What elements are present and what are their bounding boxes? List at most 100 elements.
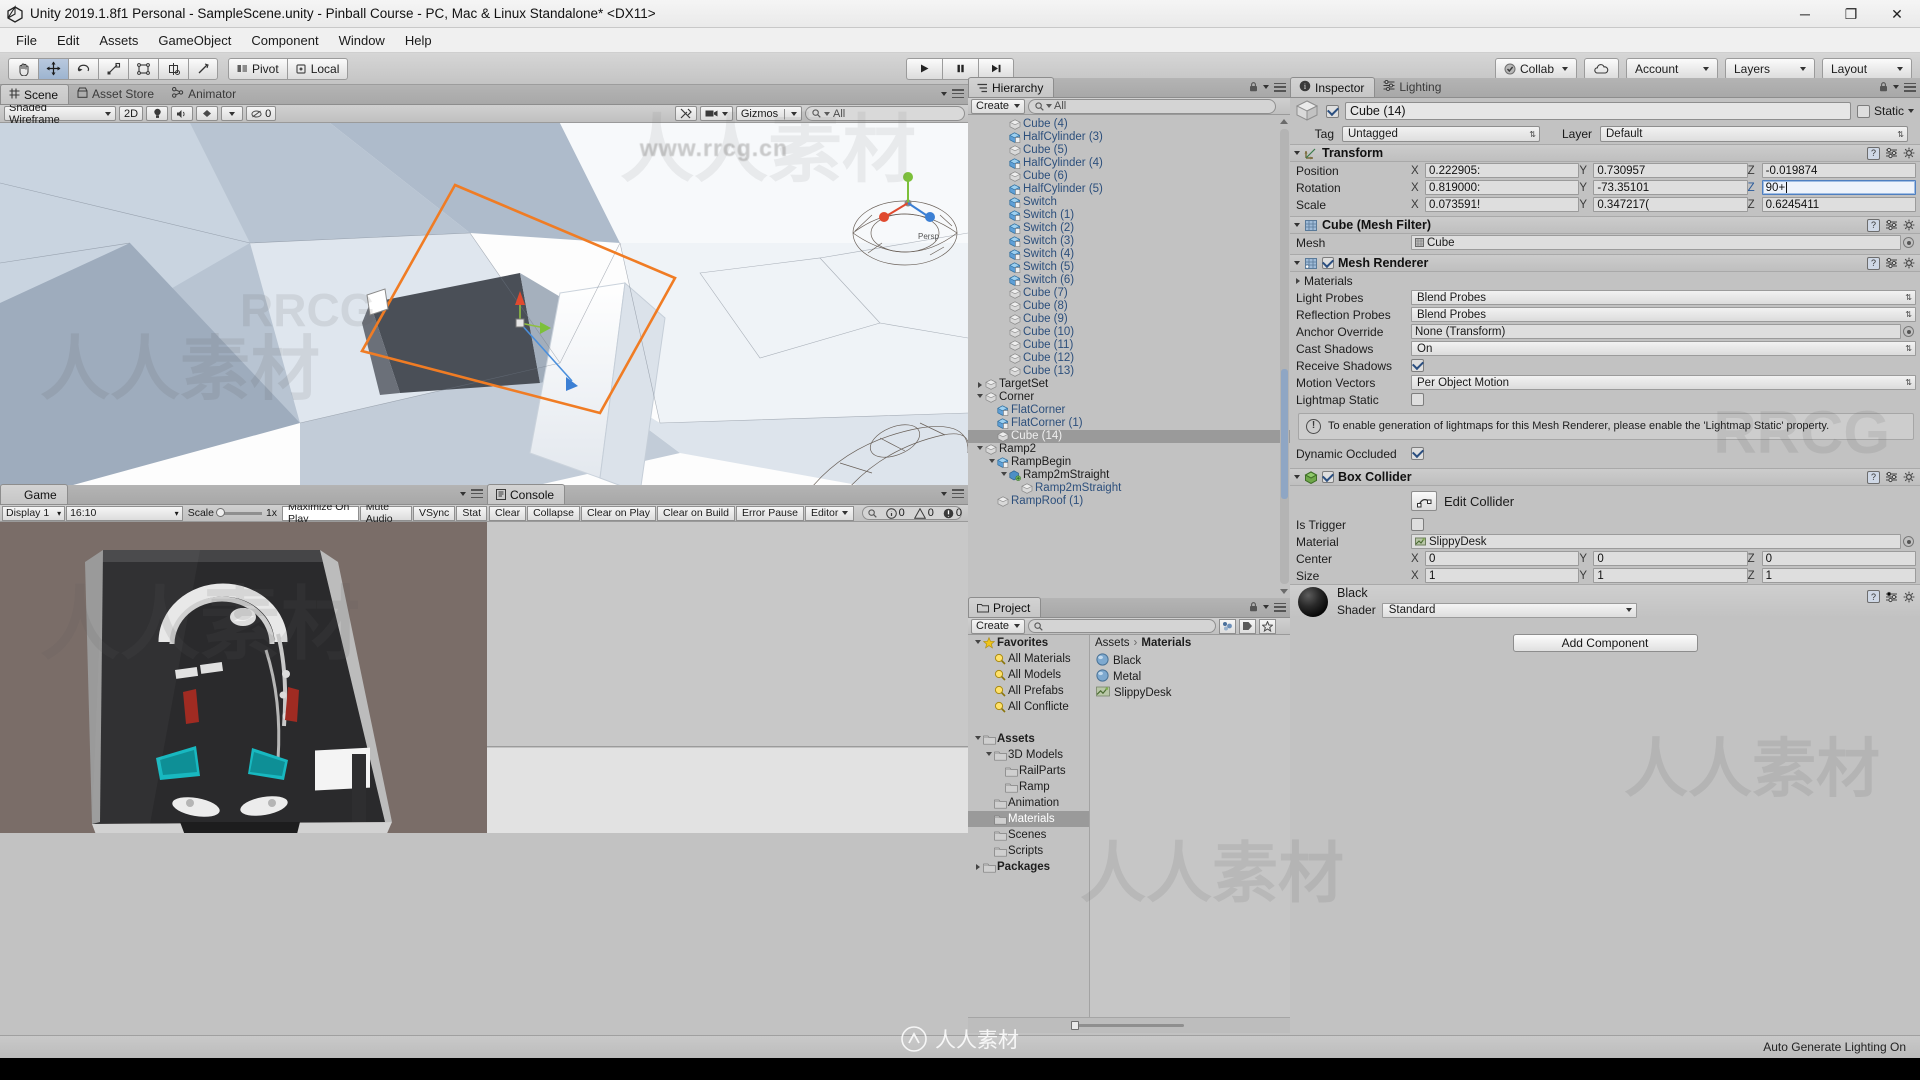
hierarchy-scroll-thumb[interactable] xyxy=(1281,369,1288,499)
hierarchy-item[interactable]: TargetSet xyxy=(968,378,1290,391)
help-icon[interactable]: ? xyxy=(1867,256,1880,270)
display-dropdown[interactable]: Display 1 ▾ xyxy=(2,505,66,521)
expand-arrow[interactable] xyxy=(986,459,997,466)
mesh-object-field[interactable]: Cube xyxy=(1411,235,1901,250)
project-tree-item[interactable]: All Materials xyxy=(968,651,1089,667)
console-panel-menu[interactable] xyxy=(941,489,964,498)
gameobject-name-input[interactable]: Cube (14) xyxy=(1345,102,1851,120)
project-zoom-slider[interactable] xyxy=(1071,1021,1184,1030)
expand-arrow[interactable] xyxy=(972,639,983,647)
collab-button[interactable]: Collab xyxy=(1494,57,1577,80)
menu-item-component[interactable]: Component xyxy=(241,31,328,50)
hierarchy-create-button[interactable]: Create xyxy=(971,98,1026,114)
asset-item[interactable]: Metal xyxy=(1090,669,1290,685)
box-collider-enabled-checkbox[interactable] xyxy=(1322,471,1334,483)
transform-component-header[interactable]: Transform ? xyxy=(1290,144,1920,162)
transform-tool-button[interactable] xyxy=(158,57,188,80)
scene-panel-menu[interactable] xyxy=(941,89,964,98)
layout-button[interactable]: Layout xyxy=(1822,57,1912,80)
tab-hierarchy[interactable]: Hierarchy xyxy=(968,77,1055,97)
project-tree-item[interactable]: Scenes xyxy=(968,827,1089,843)
stats-button[interactable]: Stat xyxy=(456,505,487,521)
game-panel-menu[interactable] xyxy=(460,489,483,498)
filter-by-label-button[interactable] xyxy=(1239,618,1256,634)
tab-animator[interactable]: Animator xyxy=(164,84,246,104)
hierarchy-item[interactable]: Ramp2mStraight xyxy=(968,469,1290,482)
materials-foldout-row[interactable]: Materials xyxy=(1290,272,1920,289)
expand-arrow[interactable] xyxy=(974,394,985,401)
menu-item-assets[interactable]: Assets xyxy=(89,31,148,50)
hierarchy-scroll-down-arrow[interactable] xyxy=(1280,589,1288,594)
minimize-button[interactable]: ─ xyxy=(1782,0,1828,28)
collider-center-x-input[interactable]: 0 xyxy=(1425,551,1580,566)
chevron-down-icon[interactable] xyxy=(1908,109,1914,113)
tab-scene[interactable]: Scene xyxy=(0,84,70,104)
tab-game[interactable]: Game xyxy=(0,484,68,504)
scene-camera-button[interactable] xyxy=(699,106,733,121)
transform-position-y-input[interactable]: 0.730957 xyxy=(1593,163,1748,178)
layers-button[interactable]: Layers xyxy=(1725,57,1815,80)
hierarchy-item[interactable]: FlatCorner (1) xyxy=(968,417,1290,430)
project-tree-item[interactable]: Scripts xyxy=(968,843,1089,859)
console-message-list[interactable] xyxy=(487,522,968,747)
scene-viewport[interactable]: Persp www.rrcg.cn 人人素材 RRCG xyxy=(0,123,968,485)
hierarchy-item[interactable]: FlatCorner xyxy=(968,404,1290,417)
tag-dropdown[interactable]: Untagged ⇅ xyxy=(1342,126,1540,142)
pivot-toggle-button[interactable]: Pivot xyxy=(228,57,288,80)
help-icon[interactable]: ? xyxy=(1867,590,1880,603)
2d-toggle-button[interactable]: 2D xyxy=(119,106,144,121)
account-button[interactable]: Account xyxy=(1626,57,1718,80)
hierarchy-item[interactable]: Cube (7) xyxy=(968,287,1290,300)
menu-item-gameobject[interactable]: GameObject xyxy=(148,31,241,50)
project-tree-item[interactable]: Ramp xyxy=(968,779,1089,795)
mesh-picker-button[interactable] xyxy=(1903,237,1914,248)
mute-audio-button[interactable]: Mute Audio xyxy=(359,505,412,525)
hierarchy-item[interactable]: Switch (5) xyxy=(968,261,1290,274)
scene-search-input[interactable]: All xyxy=(805,106,965,121)
transform-rotation-y-input[interactable]: -73.35101 xyxy=(1593,180,1748,195)
hierarchy-item[interactable]: Cube (11) xyxy=(968,339,1290,352)
gear-icon[interactable] xyxy=(1903,257,1916,269)
add-component-button[interactable]: Add Component xyxy=(1512,634,1698,652)
hierarchy-item[interactable]: HalfCylinder (3) xyxy=(968,131,1290,144)
custom-tool-button[interactable] xyxy=(188,57,218,80)
gear-icon[interactable] xyxy=(1903,147,1916,159)
play-button[interactable] xyxy=(906,57,942,80)
tab-inspector[interactable]: i Inspector xyxy=(1290,77,1376,97)
scene-fx-toggle[interactable] xyxy=(196,106,219,121)
hierarchy-item[interactable]: RampBegin xyxy=(968,456,1290,469)
filter-by-type-button[interactable] xyxy=(1219,618,1236,634)
preset-icon[interactable] xyxy=(1885,257,1898,269)
scale-slider-knob[interactable] xyxy=(215,508,225,517)
scene-fx-dropdown[interactable] xyxy=(221,106,244,121)
mesh-renderer-component-header[interactable]: Mesh Renderer ? xyxy=(1290,254,1920,272)
project-tree-item[interactable]: 3D Models xyxy=(968,747,1089,763)
hierarchy-tree[interactable]: Cube (4) HalfCylinder (3) Cube (5) HalfCyli… xyxy=(968,115,1290,598)
gear-icon[interactable] xyxy=(1903,219,1916,231)
collapse-triangle-icon[interactable] xyxy=(1294,261,1300,265)
vsync-button[interactable]: VSync xyxy=(412,505,456,521)
gear-icon[interactable] xyxy=(1903,591,1916,603)
rect-tool-button[interactable] xyxy=(128,57,158,80)
project-folder-tree[interactable]: Favorites All Materials All Models All Pref… xyxy=(968,635,1090,1017)
game-viewport[interactable] xyxy=(0,522,487,833)
tab-lighting[interactable]: Lighting xyxy=(1375,77,1451,97)
collider-material-field[interactable]: SlippyDesk xyxy=(1411,534,1901,549)
hand-tool-button[interactable] xyxy=(8,57,38,80)
asset-item[interactable]: Black xyxy=(1090,653,1290,669)
project-panel-menu[interactable] xyxy=(1249,602,1286,612)
menu-item-file[interactable]: File xyxy=(6,31,47,50)
shader-dropdown[interactable]: Standard xyxy=(1381,602,1637,618)
maximize-button[interactable]: ❐ xyxy=(1828,0,1874,28)
anchor-override-field[interactable]: None (Transform) xyxy=(1411,324,1901,339)
project-tree-item[interactable]: All Prefabs xyxy=(968,683,1089,699)
menu-item-help[interactable]: Help xyxy=(395,31,442,50)
collider-size-x-input[interactable]: 1 xyxy=(1425,568,1580,583)
aspect-dropdown[interactable]: 16:10 ▾ xyxy=(66,505,183,521)
project-tree-item[interactable]: All Models xyxy=(968,667,1089,683)
preset-icon[interactable] xyxy=(1885,471,1898,483)
hierarchy-search-input[interactable]: All xyxy=(1028,98,1276,114)
mesh-renderer-enabled-checkbox[interactable] xyxy=(1322,257,1334,269)
console-clear-on-play-button[interactable]: Clear on Play xyxy=(580,505,656,521)
expand-arrow[interactable] xyxy=(972,735,983,743)
